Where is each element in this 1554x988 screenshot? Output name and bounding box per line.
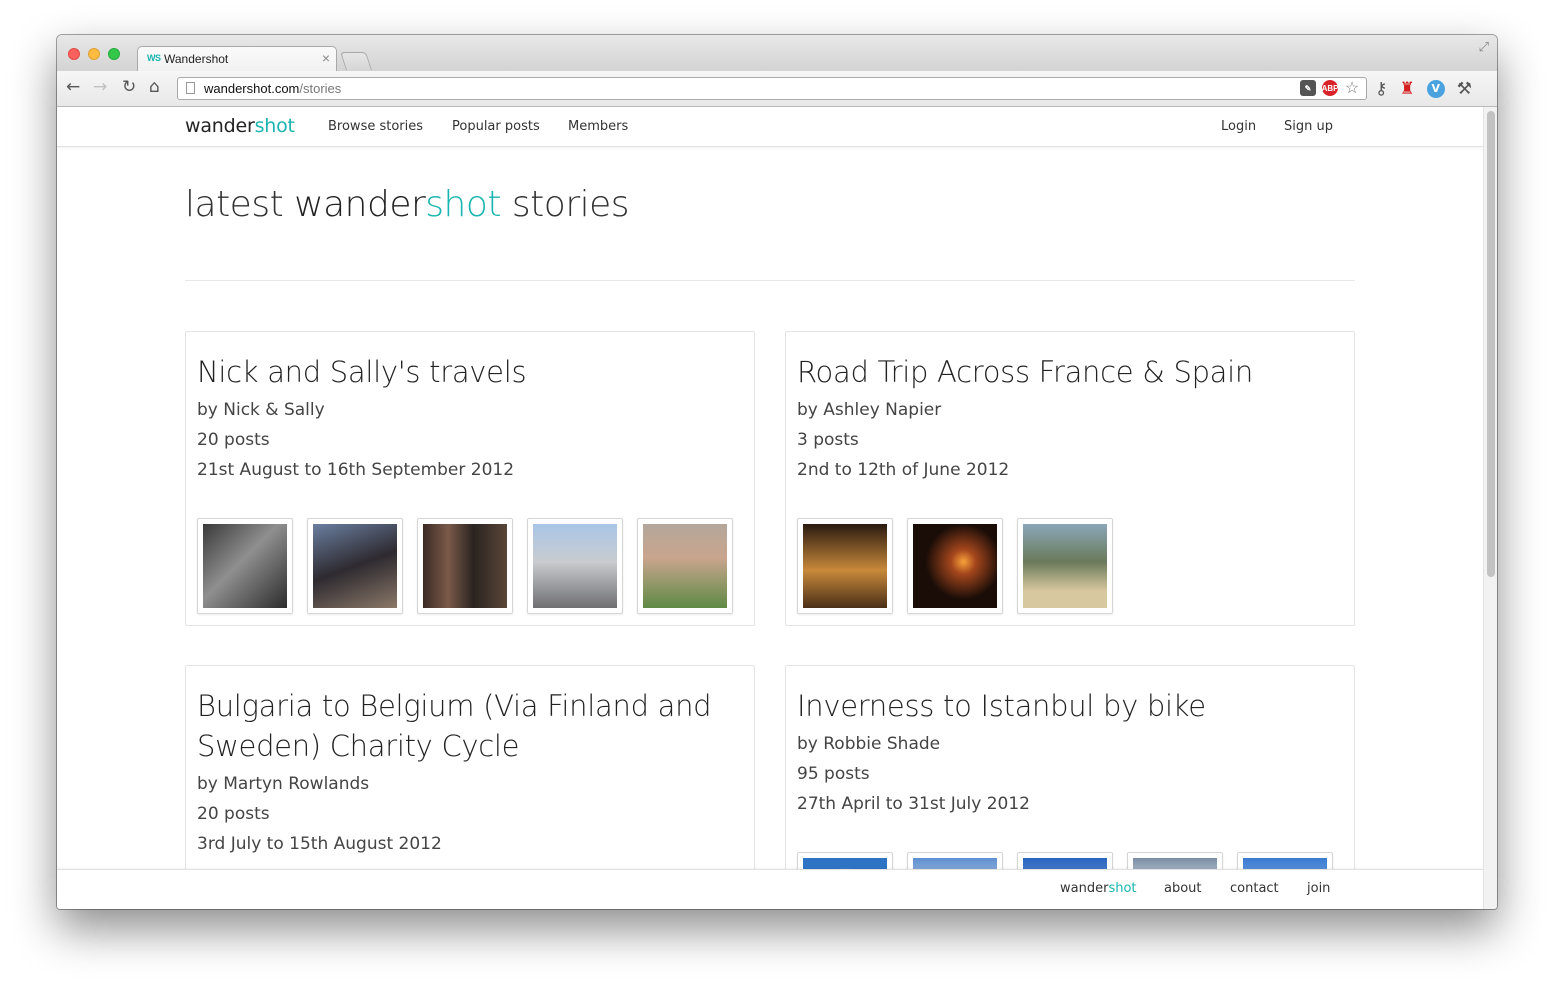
window-controls [68, 48, 120, 60]
reload-icon[interactable]: ↻ [122, 77, 136, 97]
footer-join-link[interactable]: join [1307, 881, 1330, 896]
back-arrow-icon[interactable]: ← [66, 77, 80, 97]
brand-logo[interactable]: wandershot [185, 115, 295, 137]
bookmark-star-icon[interactable]: ☆ [1344, 80, 1360, 97]
photo-thumbnail[interactable] [797, 518, 893, 614]
story-title[interactable]: Bulgaria to Belgium (Via Finland and Swe… [197, 686, 737, 766]
login-link[interactable]: Login [1221, 119, 1256, 134]
photo-thumbnail[interactable] [907, 518, 1003, 614]
story-post-count: 20 posts [197, 804, 270, 824]
sofa-extension-icon[interactable]: ♜ [1399, 79, 1414, 99]
site-navbar: wandershot Browse stories Popular posts … [57, 107, 1483, 147]
browser-toolbar: ← → ↻ ⌂ wandershot.com/stories ✎ ABP ☆ ⚷… [57, 71, 1497, 107]
footer-about-link[interactable]: about [1164, 881, 1202, 896]
browser-window: WS Wandershot × ⤢ ← → ↻ ⌂ wandershot.com… [57, 35, 1497, 909]
url-text[interactable]: wandershot.com/stories [204, 81, 341, 96]
fullscreen-icon[interactable]: ⤢ [1479, 40, 1489, 55]
page-title: latest wandershot stories [185, 184, 630, 225]
title-bar: WS Wandershot × ⤢ [57, 35, 1497, 71]
story-dates: 3rd July to 15th August 2012 [197, 834, 442, 854]
minimize-window-button[interactable] [88, 48, 100, 60]
story-author: by Martyn Rowlands [197, 774, 370, 794]
close-window-button[interactable] [68, 48, 80, 60]
story-post-count: 3 posts [797, 430, 859, 450]
story-author: by Robbie Shade [797, 734, 941, 754]
v-extension-icon[interactable]: V [1426, 80, 1445, 98]
story-thumbnails [197, 518, 733, 614]
footer-brand-link[interactable]: wandershot [1060, 881, 1137, 896]
story-author: by Ashley Napier [797, 400, 942, 420]
nav-popular-posts[interactable]: Popular posts [452, 119, 540, 134]
browser-tab[interactable]: WS Wandershot × [137, 46, 337, 71]
footer-contact-link[interactable]: contact [1230, 881, 1279, 896]
extension-icons: ⚷ ♜ V ⚒ [1375, 79, 1472, 99]
omnibox-icons: ✎ ABP ☆ [1300, 80, 1360, 97]
adblock-icon[interactable]: ABP [1322, 80, 1338, 96]
photo-thumbnail[interactable] [307, 518, 403, 614]
favicon-icon: WS [147, 53, 161, 63]
story-post-count: 20 posts [197, 430, 270, 450]
story-dates: 21st August to 16th September 2012 [197, 460, 515, 480]
new-tab-button[interactable] [340, 52, 372, 70]
photo-thumbnail[interactable] [1017, 518, 1113, 614]
story-card[interactable]: Nick and Sally's travels by Nick & Sally… [185, 331, 755, 626]
scrollbar-thumb[interactable] [1487, 111, 1495, 577]
nav-browse-stories[interactable]: Browse stories [328, 119, 423, 134]
tab-close-icon[interactable]: × [322, 50, 330, 66]
story-post-count: 95 posts [797, 764, 870, 784]
home-icon[interactable]: ⌂ [149, 77, 160, 97]
story-card[interactable]: Road Trip Across France & Spain by Ashle… [785, 331, 1355, 626]
title-divider [185, 280, 1355, 281]
photo-thumbnail[interactable] [197, 518, 293, 614]
story-dates: 2nd to 12th of June 2012 [797, 460, 1010, 480]
photo-thumbnail[interactable] [417, 518, 513, 614]
story-title[interactable]: Road Trip Across France & Spain [797, 352, 1337, 392]
wrench-icon[interactable]: ⚒ [1457, 79, 1472, 99]
address-bar[interactable]: wandershot.com/stories ✎ ABP ☆ [177, 77, 1367, 100]
pen-extension-icon[interactable]: ✎ [1300, 80, 1316, 96]
story-dates: 27th April to 31st July 2012 [797, 794, 1031, 814]
page-viewport: wandershot Browse stories Popular posts … [57, 107, 1483, 909]
site-footer: wandershot about contact join [57, 869, 1483, 909]
signup-link[interactable]: Sign up [1284, 119, 1333, 134]
key-icon[interactable]: ⚷ [1375, 79, 1387, 99]
nav-members[interactable]: Members [568, 119, 628, 134]
story-author: by Nick & Sally [197, 400, 325, 420]
forward-arrow-icon[interactable]: → [93, 77, 107, 97]
photo-thumbnail[interactable] [637, 518, 733, 614]
photo-thumbnail[interactable] [527, 518, 623, 614]
story-title[interactable]: Nick and Sally's travels [197, 352, 737, 392]
zoom-window-button[interactable] [108, 48, 120, 60]
tab-title: Wandershot [164, 52, 229, 66]
story-title[interactable]: Inverness to Istanbul by bike [797, 686, 1337, 726]
story-thumbnails [797, 518, 1113, 614]
page-icon [186, 82, 195, 94]
vertical-scrollbar[interactable] [1483, 107, 1497, 909]
